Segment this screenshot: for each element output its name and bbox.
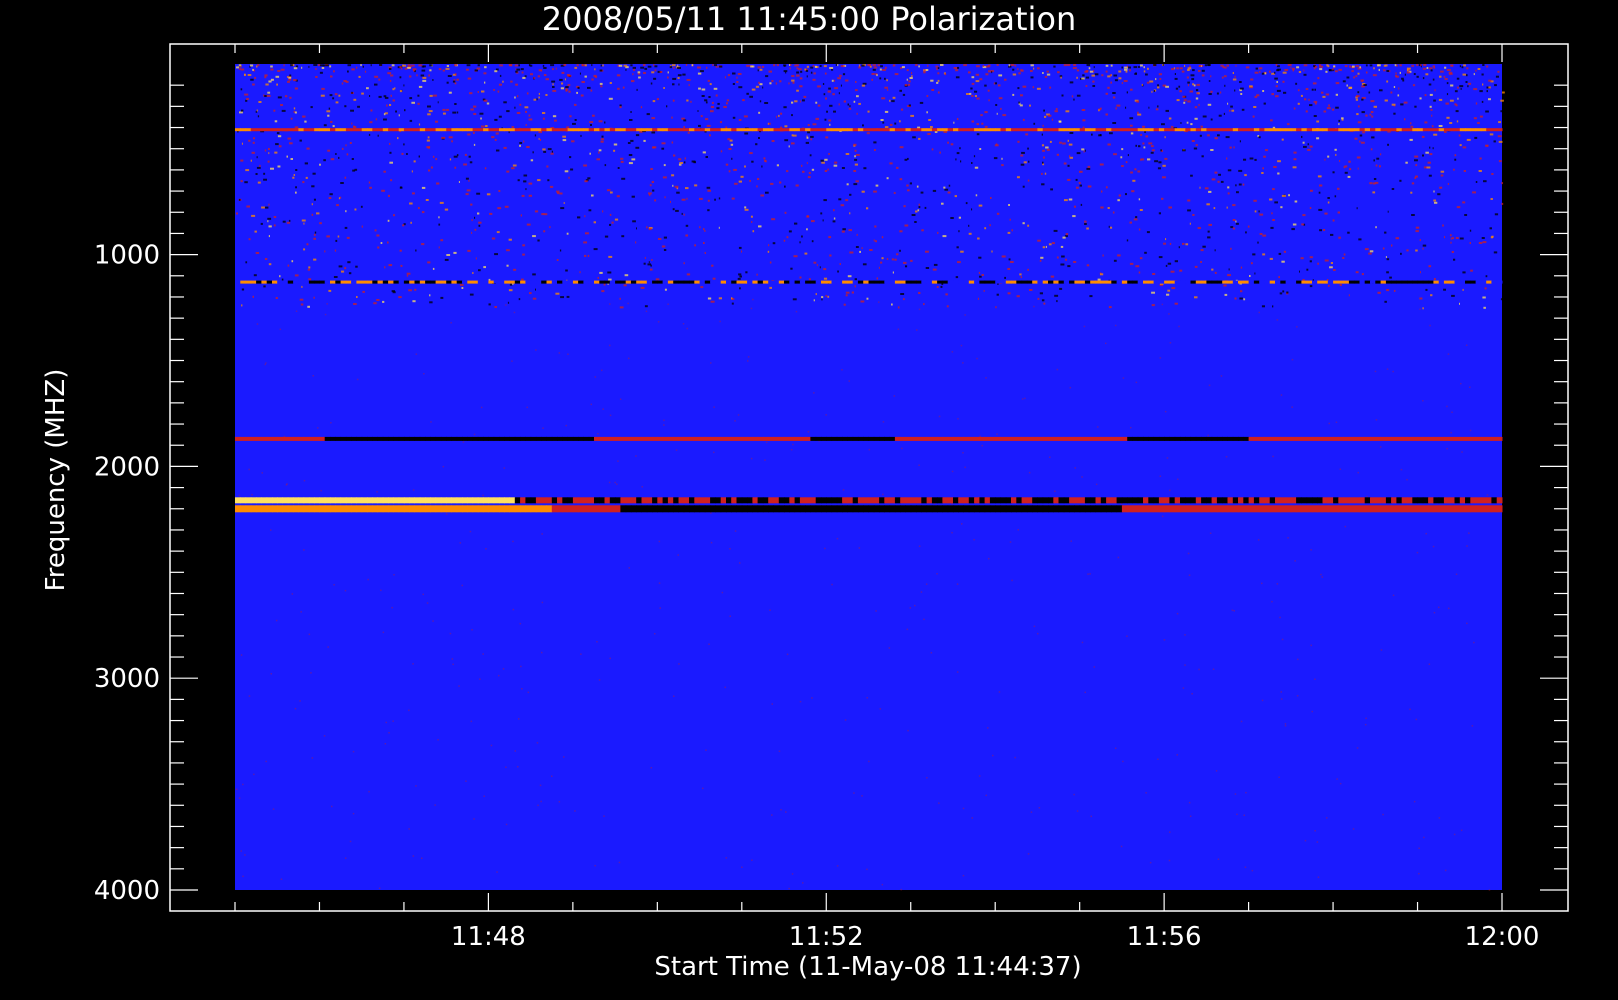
x-tick-label: 12:00 xyxy=(1465,922,1540,952)
y-tick-label: 1000 xyxy=(94,241,160,271)
x-tick-label: 11:52 xyxy=(789,922,864,952)
y-tick-label: 4000 xyxy=(94,876,160,906)
x-tick-label: 11:56 xyxy=(1127,922,1202,952)
y-tick-label: 2000 xyxy=(94,452,160,482)
y-axis-label: Frequency (MHZ) xyxy=(41,369,71,592)
chart-svg: 2008/05/11 11:45:00 Polarization 11:48 1… xyxy=(41,0,1569,982)
chart-title: 2008/05/11 11:45:00 Polarization xyxy=(542,0,1076,38)
x-tick-label: 11:48 xyxy=(451,922,526,952)
heatmap-image xyxy=(235,64,1505,891)
x-axis-label: Start Time (11-May-08 11:44:37) xyxy=(654,952,1081,982)
y-tick-label: 3000 xyxy=(94,664,160,694)
